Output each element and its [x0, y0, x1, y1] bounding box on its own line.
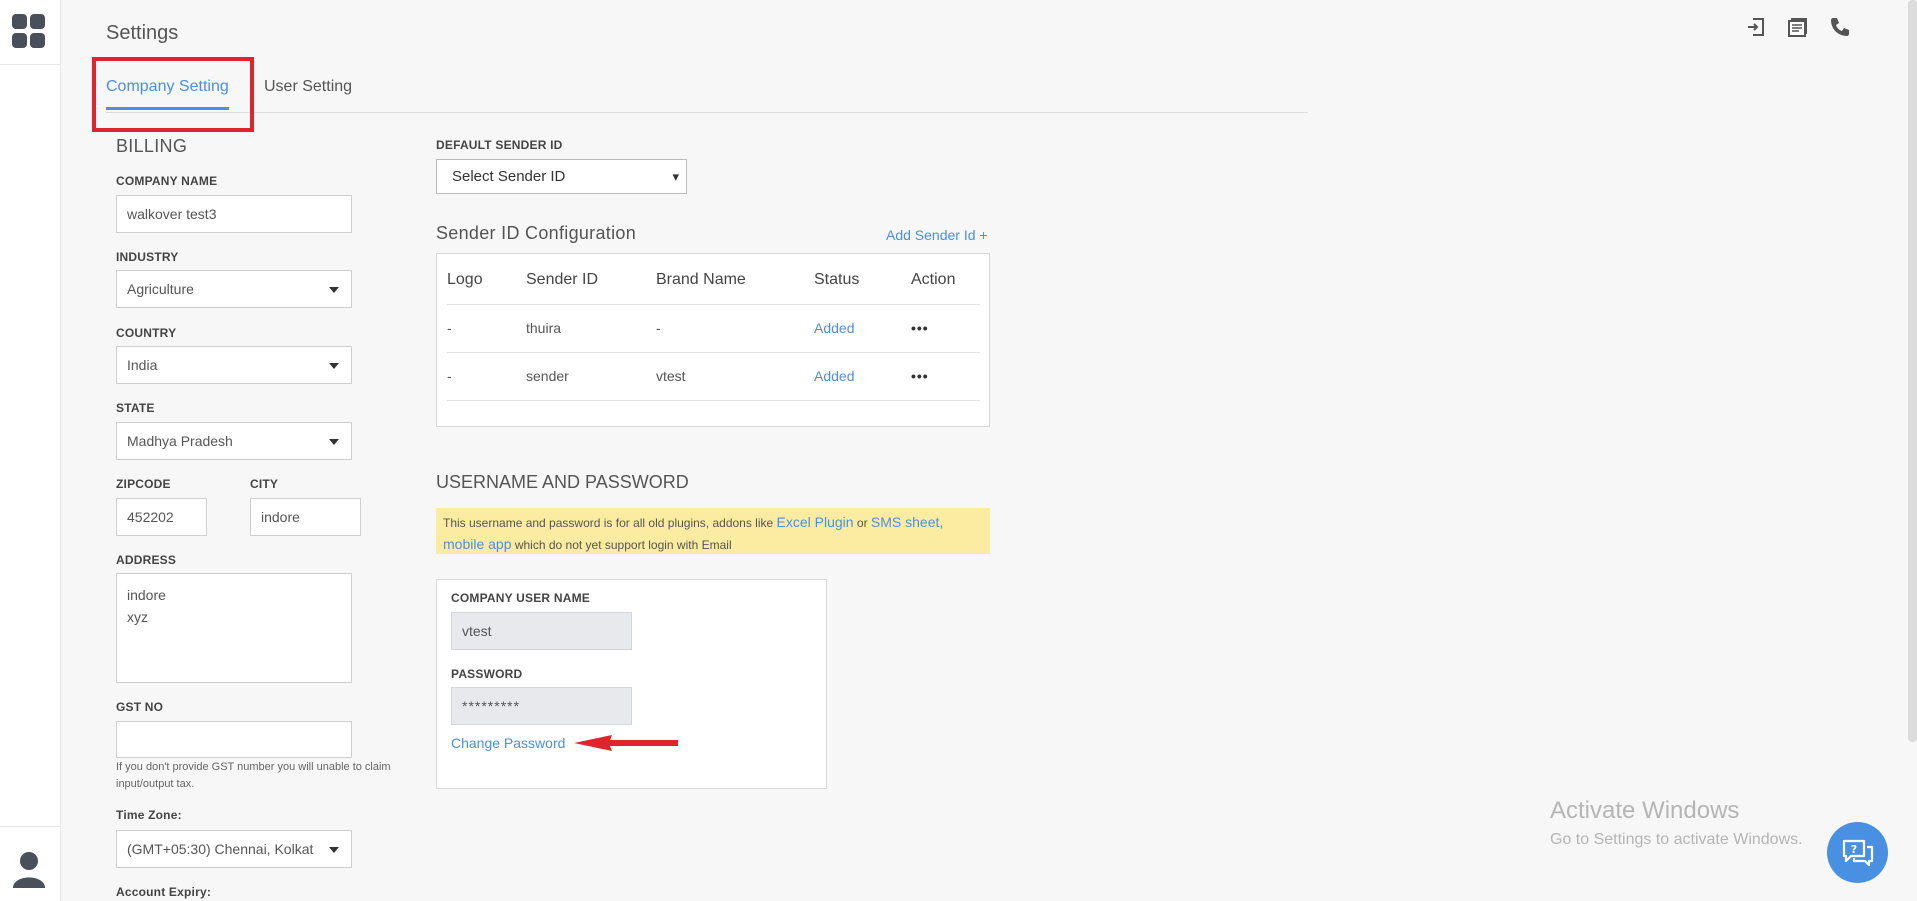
- city-label: CITY: [250, 477, 279, 491]
- top-toolbar: [1745, 16, 1851, 38]
- logout-icon[interactable]: [1745, 16, 1767, 38]
- notice-text: or: [853, 516, 871, 530]
- row-actions-menu[interactable]: •••: [911, 368, 929, 384]
- state-select[interactable]: Madhya Pradesh: [116, 422, 352, 460]
- credentials-panel: [436, 579, 827, 789]
- company-username-label: COMPANY USER NAME: [451, 591, 590, 605]
- tab-user-setting[interactable]: User Setting: [264, 78, 352, 96]
- column-header-logo: Logo: [447, 271, 483, 288]
- column-header-status: Status: [814, 271, 860, 288]
- message-icon[interactable]: [1787, 16, 1809, 38]
- chat-icon: ?: [1842, 839, 1873, 866]
- apps-grid-icon[interactable]: [12, 14, 46, 50]
- account-expiry-label: Account Expiry:: [116, 885, 212, 899]
- password-field: *********: [451, 687, 632, 725]
- svg-text:?: ?: [1850, 843, 1856, 856]
- sender-id-select[interactable]: Select Sender ID: [436, 159, 687, 194]
- company-name-label: COMPANY NAME: [116, 174, 218, 188]
- column-header-brand-name: Brand Name: [656, 271, 746, 288]
- page-title: Settings: [106, 22, 179, 44]
- add-sender-id-link[interactable]: Add Sender Id +: [886, 227, 988, 243]
- highlight-annotation-box: [92, 57, 254, 132]
- notice-text: which do not yet support login with Emai…: [511, 538, 732, 552]
- industry-label: INDUSTRY: [116, 250, 179, 264]
- user-avatar-icon[interactable]: [12, 850, 46, 888]
- default-sender-label: DEFAULT SENDER ID: [436, 138, 563, 152]
- zipcode-label: ZIPCODE: [116, 477, 171, 491]
- cell-brand-name: -: [656, 320, 661, 336]
- country-select[interactable]: India: [116, 346, 352, 384]
- row-divider: [447, 352, 980, 353]
- password-label: PASSWORD: [451, 667, 523, 681]
- company-name-input[interactable]: walkover test3: [116, 195, 352, 233]
- row-divider: [447, 400, 980, 401]
- country-label: COUNTRY: [116, 326, 177, 340]
- watermark-title: Activate Windows: [1550, 797, 1740, 824]
- industry-select[interactable]: Agriculture: [116, 270, 352, 308]
- activate-windows-watermark: Activate Windows Go to Settings to activ…: [1550, 797, 1803, 849]
- address-label: ADDRESS: [116, 553, 177, 567]
- cell-logo: -: [447, 368, 452, 384]
- rail-divider: [0, 826, 61, 827]
- gst-input[interactable]: [116, 721, 352, 758]
- billing-heading: BILLING: [116, 136, 188, 156]
- sender-config-heading: Sender ID Configuration: [436, 223, 637, 243]
- sender-id-table: Logo Sender ID Brand Name Status Action …: [436, 253, 990, 427]
- column-header-sender-id: Sender ID: [526, 271, 599, 288]
- row-actions-menu[interactable]: •••: [911, 320, 929, 336]
- annotation-arrow-icon: [574, 735, 678, 751]
- status-link[interactable]: Added: [814, 320, 854, 336]
- gst-hint: If you don't provide GST number you will…: [116, 761, 391, 790]
- cell-logo: -: [447, 320, 452, 336]
- timezone-select[interactable]: (GMT+05:30) Chennai, Kolkat: [116, 830, 352, 868]
- plugins-notice: This username and password is for all ol…: [436, 508, 990, 554]
- credentials-heading: USERNAME AND PASSWORD: [436, 472, 689, 492]
- cell-brand-name: vtest: [656, 368, 686, 384]
- timezone-label: Time Zone:: [116, 808, 182, 822]
- zipcode-input[interactable]: 452202: [116, 498, 207, 536]
- cell-sender-id: thuira: [526, 320, 562, 336]
- notice-text: This username and password is for all ol…: [443, 516, 777, 530]
- address-textarea[interactable]: indore xyz: [116, 573, 352, 683]
- row-divider: [447, 304, 980, 305]
- company-username-field: vtest: [451, 612, 632, 650]
- watermark-subtitle: Go to Settings to activate Windows.: [1550, 831, 1803, 848]
- settings-tabs: Company Setting User Setting: [106, 70, 1308, 113]
- left-rail: [0, 0, 61, 901]
- city-input[interactable]: indore: [250, 498, 361, 536]
- gst-label: GST NO: [116, 700, 164, 714]
- excel-plugin-link[interactable]: Excel Plugin: [777, 514, 854, 530]
- column-header-action: Action: [911, 271, 956, 288]
- change-password-link[interactable]: Change Password: [451, 735, 565, 751]
- cell-sender-id: sender: [526, 368, 569, 384]
- help-chat-button[interactable]: ?: [1827, 822, 1888, 883]
- status-link[interactable]: Added: [814, 368, 854, 384]
- rail-divider: [0, 64, 61, 65]
- state-label: STATE: [116, 401, 155, 415]
- phone-icon[interactable]: [1829, 16, 1851, 38]
- page-scrollbar[interactable]: [1908, 0, 1917, 742]
